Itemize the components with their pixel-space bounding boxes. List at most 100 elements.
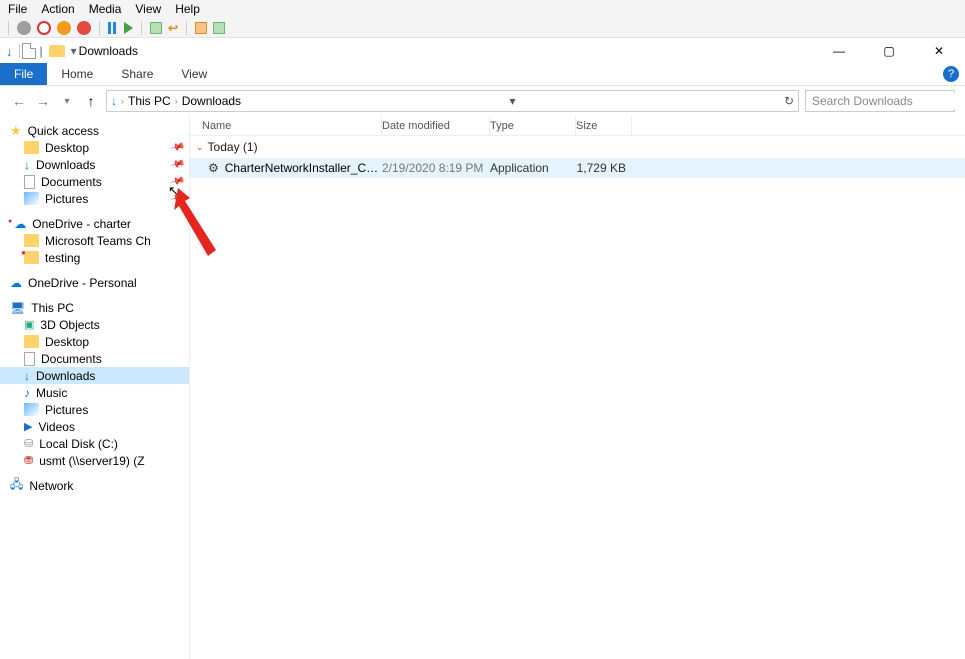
search-input[interactable] bbox=[810, 93, 965, 109]
nav-item-documents[interactable]: Documents bbox=[0, 350, 189, 367]
pictures-icon bbox=[24, 192, 39, 205]
refresh-button[interactable]: ↻ bbox=[784, 94, 794, 108]
nav-item-pictures[interactable]: Pictures📌 bbox=[0, 190, 189, 207]
nav-item-desktop[interactable]: Desktop bbox=[0, 333, 189, 350]
file-row[interactable]: ⚙ CharterNetworkInstaller_C-ZZGA6-4AJZ3.… bbox=[190, 158, 965, 178]
pictures-icon bbox=[24, 403, 39, 416]
nav-label: This PC bbox=[31, 301, 74, 315]
nav-item-pictures[interactable]: Pictures bbox=[0, 401, 189, 418]
col-name[interactable]: Name bbox=[190, 116, 382, 135]
vm-menu-file[interactable]: File bbox=[8, 2, 27, 16]
qat-menu[interactable]: ▾ bbox=[71, 44, 77, 58]
chevron-down-icon: ⌄ bbox=[196, 142, 204, 153]
chevron-right-icon[interactable]: › bbox=[175, 96, 178, 106]
music-icon: ♪ bbox=[24, 386, 30, 400]
nav-item-testing[interactable]: ●testing bbox=[0, 249, 189, 266]
doc-icon bbox=[22, 43, 36, 59]
down-arrow-icon[interactable]: ↓ bbox=[6, 44, 13, 59]
file-date: 2/19/2020 8:19 PM bbox=[382, 161, 490, 175]
address-row: ← → ▾ ↑ ↓ › This PC › Downloads ▾ ↻ 🔍 bbox=[0, 86, 965, 116]
vm-menu-media[interactable]: Media bbox=[89, 2, 122, 16]
star-icon: ★ bbox=[10, 123, 22, 139]
nav-label: Pictures bbox=[45, 403, 88, 417]
nav-label: Documents bbox=[41, 175, 102, 189]
up-button[interactable]: ↑ bbox=[82, 93, 100, 109]
minimize-button[interactable]: — bbox=[819, 38, 859, 64]
nav-onedrive-charter[interactable]: ☁ OneDrive - charter bbox=[0, 215, 189, 232]
nav-label: Desktop bbox=[45, 335, 89, 349]
breadcrumb-segment[interactable]: Downloads bbox=[182, 94, 241, 108]
nav-item-videos[interactable]: ▶Videos bbox=[0, 418, 189, 435]
nav-item-documents[interactable]: Documents 📌 bbox=[0, 173, 189, 190]
file-type: Application bbox=[490, 161, 576, 175]
nav-label: Documents bbox=[41, 352, 102, 366]
stop-sess-icon[interactable] bbox=[77, 21, 91, 35]
cloud-error-icon: ☁ bbox=[10, 217, 26, 231]
nav-label: 3D Objects bbox=[40, 318, 99, 332]
ribbon-file[interactable]: File bbox=[0, 63, 47, 85]
ribbon-share[interactable]: Share bbox=[107, 63, 167, 85]
nav-item-music[interactable]: ♪ Music bbox=[0, 384, 189, 401]
addr-dropdown[interactable]: ▾ bbox=[509, 94, 515, 108]
col-size[interactable]: Size bbox=[576, 116, 632, 135]
nav-item-downloads[interactable]: ↓Downloads📌 bbox=[0, 156, 189, 173]
qat-sep: | bbox=[40, 44, 43, 58]
pin-icon: 📌 bbox=[169, 174, 185, 190]
back-button[interactable]: ← bbox=[10, 93, 28, 109]
col-date[interactable]: Date modified bbox=[382, 116, 490, 135]
enhanced-icon[interactable] bbox=[195, 22, 207, 34]
nav-item-downloads[interactable]: ↓Downloads bbox=[0, 367, 189, 384]
breadcrumb-segment[interactable]: This PC bbox=[128, 94, 171, 108]
recent-dropdown[interactable]: ▾ bbox=[58, 96, 76, 107]
nav-label: Local Disk (C:) bbox=[39, 437, 118, 451]
vm-menu-help[interactable]: Help bbox=[175, 2, 200, 16]
close-button[interactable]: ✕ bbox=[919, 38, 959, 64]
nav-this-pc[interactable]: 🖥 This PC bbox=[0, 299, 189, 316]
pin-icon: 📌 bbox=[169, 157, 185, 173]
ribbon-view[interactable]: View bbox=[167, 63, 221, 85]
col-type[interactable]: Type bbox=[490, 116, 576, 135]
address-bar[interactable]: ↓ › This PC › Downloads ▾ ↻ bbox=[106, 90, 799, 112]
nav-item-local-disk-c-[interactable]: ⛁ Local Disk (C:) bbox=[0, 435, 189, 452]
nav-label: usmt (\\server19) (Z bbox=[39, 454, 144, 468]
ribbon-home[interactable]: Home bbox=[47, 63, 107, 85]
folder-icon bbox=[24, 335, 39, 348]
basic-icon[interactable] bbox=[213, 22, 225, 34]
nav-item-usmt-server19-z[interactable]: ⛃usmt (\\server19) (Z bbox=[0, 452, 189, 469]
nav-label: Microsoft Teams Ch bbox=[45, 234, 151, 248]
pin-icon: 📌 bbox=[169, 140, 185, 156]
vm-menu-view[interactable]: View bbox=[135, 2, 161, 16]
download-icon: ↓ bbox=[24, 158, 30, 172]
folder-icon bbox=[24, 141, 39, 154]
nav-item-3d-objects[interactable]: ▣3D Objects bbox=[0, 316, 189, 333]
document-icon bbox=[24, 352, 35, 366]
nav-item-desktop[interactable]: Desktop📌 bbox=[0, 139, 189, 156]
nav-label: OneDrive - charter bbox=[32, 217, 131, 231]
vm-btn-greyed bbox=[17, 21, 31, 35]
nav-label: Pictures bbox=[45, 192, 88, 206]
nav-network[interactable]: 🖧 Network bbox=[0, 477, 189, 494]
chevron-right-icon[interactable]: › bbox=[121, 96, 124, 106]
nav-label: Music bbox=[36, 386, 67, 400]
play-icon[interactable] bbox=[124, 22, 133, 34]
nav-onedrive-personal[interactable]: ☁ OneDrive - Personal bbox=[0, 274, 189, 291]
vm-menu-action[interactable]: Action bbox=[41, 2, 74, 16]
search-box[interactable]: 🔍 bbox=[805, 90, 955, 112]
nav-item-microsoft-teams-ch[interactable]: Microsoft Teams Ch bbox=[0, 232, 189, 249]
vm-menubar: File Action Media View Help bbox=[0, 0, 965, 18]
folder-sync-icon: ● bbox=[24, 251, 39, 264]
revert-icon[interactable]: ↩ bbox=[168, 21, 178, 35]
ribbon-help[interactable]: ? bbox=[943, 66, 959, 82]
explorer-window: ↓ | ▾ Downloads — ▢ ✕ File Home Share Vi… bbox=[0, 38, 965, 659]
nav-quick-access[interactable]: ★ Quick access bbox=[0, 122, 189, 139]
maximize-button[interactable]: ▢ bbox=[869, 38, 909, 64]
file-name: CharterNetworkInstaller_C-ZZGA6-4AJZ3... bbox=[225, 161, 382, 175]
pause-sess-icon[interactable] bbox=[57, 21, 71, 35]
checkpoint-icon[interactable] bbox=[150, 22, 162, 34]
nav-pane: ★ Quick access Desktop📌↓Downloads📌Docume… bbox=[0, 116, 190, 659]
pause-icon[interactable] bbox=[108, 22, 118, 34]
group-header[interactable]: ⌄ Today (1) bbox=[190, 136, 965, 158]
cloud-icon: ☁ bbox=[10, 276, 22, 290]
disk-icon: ⛁ bbox=[24, 437, 33, 450]
record-icon[interactable] bbox=[37, 21, 51, 35]
